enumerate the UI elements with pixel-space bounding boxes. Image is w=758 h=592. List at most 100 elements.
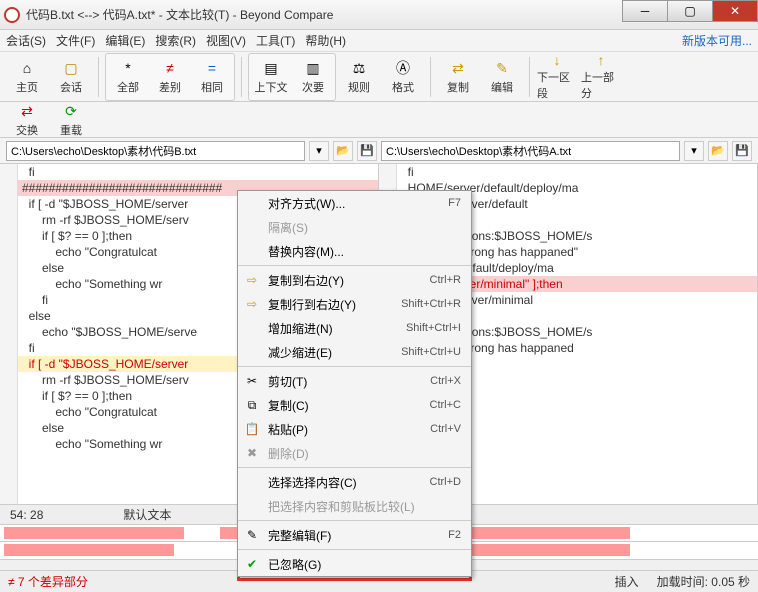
menu-tools[interactable]: 工具(T) — [256, 32, 295, 49]
menu-shortcut: Shift+Ctrl+R — [401, 298, 461, 310]
path-row: ▾ 📂 💾 ▾ 📂 💾 — [0, 138, 758, 164]
left-open-button[interactable]: 📂 — [333, 141, 353, 161]
separator — [529, 57, 530, 97]
left-path-input[interactable] — [6, 141, 305, 161]
left-dropdown-button[interactable]: ▾ — [309, 141, 329, 161]
minimize-button[interactable]: ─ — [622, 0, 668, 22]
minor-icon: ▥ — [303, 58, 323, 78]
menu-shortcut: Ctrl+X — [430, 375, 461, 387]
load-time: 加载时间: 0.05 秒 — [657, 573, 750, 590]
menu-item: 隔离(S) — [238, 215, 471, 239]
swap-button[interactable]: ⇄交换 — [6, 98, 48, 142]
menu-label: 剪切(T) — [268, 373, 307, 390]
menu-label: 对齐方式(W)... — [268, 195, 345, 212]
rules-button[interactable]: ⚖规则 — [338, 55, 380, 99]
down-arrow-icon: ↓ — [547, 52, 567, 68]
notequal-icon: ≠ — [160, 58, 180, 78]
separator — [430, 57, 431, 97]
menu-file[interactable]: 文件(F) — [56, 32, 95, 49]
filter-group: *全部 ≠差别 =相同 — [105, 53, 235, 101]
right-path-input[interactable] — [381, 141, 680, 161]
menu-item[interactable]: ✎完整编辑(F)F2 — [238, 523, 471, 547]
separator — [241, 57, 242, 97]
menu-label: 隔离(S) — [268, 219, 308, 236]
menu-help[interactable]: 帮助(H) — [305, 32, 346, 49]
edit-button[interactable]: ✎编辑 — [481, 55, 523, 99]
reload-button[interactable]: ⟳重载 — [50, 98, 92, 142]
menu-icon: ⧉ — [244, 398, 260, 413]
app-icon — [4, 7, 20, 23]
menu-label: 已忽略(G) — [268, 556, 321, 573]
menu-item[interactable]: ⇨复制到右边(Y)Ctrl+R — [238, 268, 471, 292]
menu-item[interactable]: 替换内容(M)... — [238, 239, 471, 263]
window-controls: ─ ▢ ✕ — [623, 0, 758, 22]
minor-button[interactable]: ▥次要 — [292, 55, 334, 99]
cursor-position: 54: 28 — [10, 508, 43, 522]
menu-icon: ✎ — [244, 528, 260, 542]
code-line[interactable]: fi — [379, 164, 757, 180]
separator — [98, 57, 99, 97]
menu-item: 把选择内容和剪贴板比较(L) — [238, 494, 471, 518]
menu-icon: ✖ — [244, 446, 260, 460]
left-save-button[interactable]: 💾 — [357, 141, 377, 161]
toolbar-main: ⌂主页 ▢会话 *全部 ≠差别 =相同 ▤上下文 ▥次要 ⚖规则 Ⓐ格式 ⇄复制… — [0, 52, 758, 102]
menu-label: 复制行到右边(Y) — [268, 296, 356, 313]
menu-item[interactable]: 增加缩进(N)Shift+Ctrl+I — [238, 316, 471, 340]
menu-icon: 📋 — [244, 422, 260, 436]
home-button[interactable]: ⌂主页 — [6, 55, 48, 99]
menu-label: 替换内容(M)... — [268, 243, 344, 260]
new-version-link[interactable]: 新版本可用... — [682, 32, 752, 49]
menu-item[interactable]: ⇨复制行到右边(Y)Shift+Ctrl+R — [238, 292, 471, 316]
menu-view[interactable]: 视图(V) — [206, 32, 246, 49]
session-button[interactable]: ▢会话 — [50, 55, 92, 99]
close-button[interactable]: ✕ — [712, 0, 758, 22]
context-menu: 对齐方式(W)... F7 隔离(S) 替换内容(M)... ⇨复制到右边(Y)Ctrl… — [237, 190, 472, 577]
right-save-button[interactable]: 💾 — [732, 141, 752, 161]
menu-label: 删除(D) — [268, 445, 309, 462]
menu-item[interactable]: ⧉ 复制(C) Ctrl+C — [238, 393, 471, 417]
toolbar-secondary: ⇄交换 ⟳重载 — [0, 102, 758, 138]
next-section-button[interactable]: ↓下一区段 — [536, 55, 578, 99]
menu-label: 粘贴(P) — [268, 421, 308, 438]
prev-section-button[interactable]: ↑上一部分 — [580, 55, 622, 99]
diff-count: ≠ 7 个差异部分 — [8, 573, 88, 590]
menu-label: 减少缩进(E) — [268, 344, 332, 361]
maximize-button[interactable]: ▢ — [667, 0, 713, 22]
menu-label: 选择选择内容(C) — [268, 474, 357, 491]
copy-button[interactable]: ⇄复制 — [437, 55, 479, 99]
menu-label: 复制(C) — [268, 397, 309, 414]
format-button[interactable]: Ⓐ格式 — [382, 55, 424, 99]
menu-edit[interactable]: 编辑(E) — [105, 32, 145, 49]
menu-item: ✖ 删除(D) — [238, 441, 471, 465]
equal-icon: = — [202, 58, 222, 78]
diff-button[interactable]: ≠差别 — [149, 55, 191, 99]
menu-item[interactable]: 对齐方式(W)... F7 — [238, 191, 471, 215]
same-button[interactable]: =相同 — [191, 55, 233, 99]
menu-shortcut: Ctrl+C — [430, 399, 461, 411]
menu-search[interactable]: 搜索(R) — [155, 32, 196, 49]
code-line[interactable]: fi — [0, 164, 378, 180]
up-arrow-icon: ↑ — [591, 52, 611, 68]
context-button[interactable]: ▤上下文 — [250, 55, 292, 99]
right-open-button[interactable]: 📂 — [708, 141, 728, 161]
menu-item[interactable]: ✔ 已忽略(G) — [238, 552, 471, 576]
menu-shortcut: Ctrl+V — [430, 423, 461, 435]
menu-item[interactable]: 减少缩进(E)Shift+Ctrl+U — [238, 340, 471, 364]
menu-icon: ✔ — [244, 557, 260, 571]
asterisk-icon: * — [118, 58, 138, 78]
menu-session[interactable]: 会话(S) — [6, 32, 46, 49]
menu-item[interactable]: 📋 粘贴(P) Ctrl+V — [238, 417, 471, 441]
pencil-icon: ✎ — [492, 58, 512, 78]
all-button[interactable]: *全部 — [107, 55, 149, 99]
diff-chunk — [4, 544, 174, 556]
menu-label: 完整编辑(F) — [268, 527, 331, 544]
menu-item[interactable]: 选择选择内容(C)Ctrl+D — [238, 470, 471, 494]
format-icon: Ⓐ — [393, 58, 413, 78]
menu-item[interactable]: ✂剪切(T)Ctrl+X — [238, 369, 471, 393]
context-group: ▤上下文 ▥次要 — [248, 53, 336, 101]
menu-shortcut: F7 — [448, 197, 461, 209]
right-dropdown-button[interactable]: ▾ — [684, 141, 704, 161]
menu-label: 增加缩进(N) — [268, 320, 333, 337]
swap-icon: ⇄ — [17, 101, 37, 121]
menu-icon: ⇨ — [244, 273, 260, 287]
